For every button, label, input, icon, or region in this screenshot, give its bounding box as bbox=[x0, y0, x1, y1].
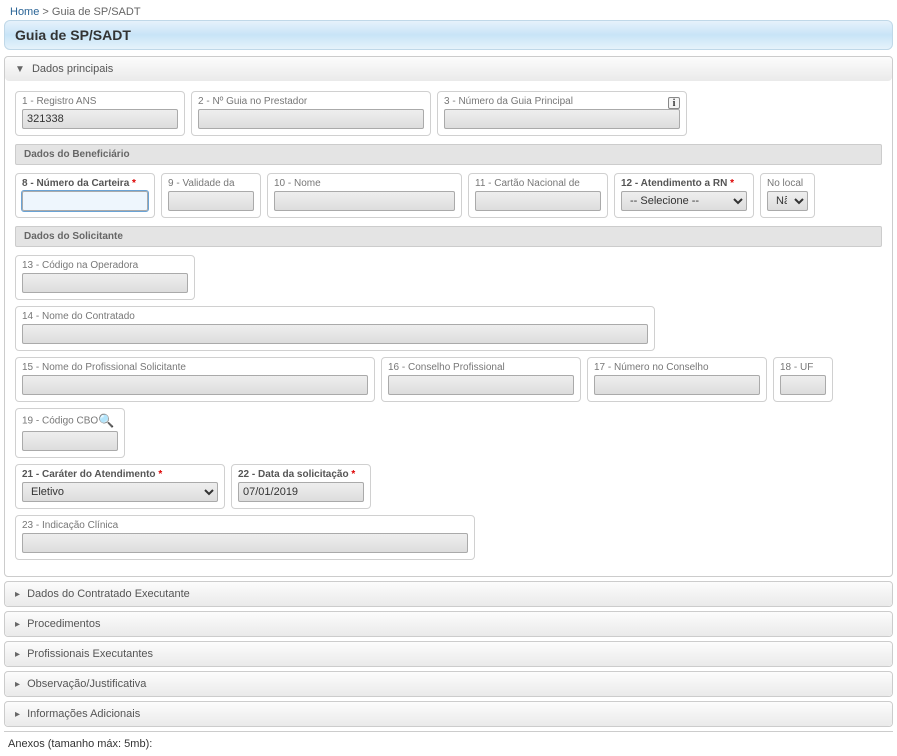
bar-beneficiario: Dados do Beneficiário bbox=[15, 144, 882, 165]
label-no-local: No local bbox=[767, 178, 808, 189]
field-nome-contratado: 14 - Nome do Contratado bbox=[15, 306, 655, 351]
label-guia-prestador: 2 - Nº Guia no Prestador bbox=[198, 96, 424, 107]
section-title: Dados do Contratado Executante bbox=[27, 588, 190, 600]
input-data-solicitacao[interactable] bbox=[238, 482, 364, 502]
input-indicacao-clinica[interactable] bbox=[22, 533, 468, 553]
section-header-executante[interactable]: ▸ Dados do Contratado Executante bbox=[5, 582, 892, 606]
field-conselho: 16 - Conselho Profissional bbox=[381, 357, 581, 402]
label-carater: 21 - Caráter do Atendimento * bbox=[22, 469, 218, 480]
anexos-label: Anexos (tamanho máx: 5mb): bbox=[4, 731, 893, 752]
field-guia-principal: 3 - Número da Guia Principal i bbox=[437, 91, 687, 136]
field-uf: 18 - UF bbox=[773, 357, 833, 402]
section-header-procedimentos[interactable]: ▸ Procedimentos bbox=[5, 612, 892, 636]
input-nome-contratado[interactable] bbox=[22, 324, 648, 344]
input-guia-prestador[interactable] bbox=[198, 109, 424, 129]
breadcrumb-home[interactable]: Home bbox=[10, 6, 39, 18]
input-nome-profissional[interactable] bbox=[22, 375, 368, 395]
label-registro-ans: 1 - Registro ANS bbox=[22, 96, 178, 107]
field-cartao-nacional: 11 - Cartão Nacional de bbox=[468, 173, 608, 218]
input-uf[interactable] bbox=[780, 375, 826, 395]
field-carater: 21 - Caráter do Atendimento * Eletivo bbox=[15, 464, 225, 509]
input-codigo-cbo[interactable] bbox=[22, 431, 118, 451]
breadcrumb-separator: > bbox=[42, 6, 48, 18]
field-nome-profissional: 15 - Nome do Profissional Solicitante bbox=[15, 357, 375, 402]
section-procedimentos: ▸ Procedimentos bbox=[4, 611, 893, 637]
field-nome: 10 - Nome bbox=[267, 173, 462, 218]
section-observacao: ▸ Observação/Justificativa bbox=[4, 671, 893, 697]
section-title: Procedimentos bbox=[27, 618, 100, 630]
label-cartao-nacional: 11 - Cartão Nacional de bbox=[475, 178, 601, 189]
section-title: Informações Adicionais bbox=[27, 708, 140, 720]
input-registro-ans[interactable] bbox=[22, 109, 178, 129]
field-atendimento-rn: 12 - Atendimento a RN * -- Selecione -- bbox=[614, 173, 754, 218]
label-indicacao-clinica: 23 - Indicação Clínica bbox=[22, 520, 468, 531]
input-numero-carteira[interactable] bbox=[22, 191, 148, 211]
chevron-right-icon: ▸ bbox=[15, 649, 20, 660]
label-conselho: 16 - Conselho Profissional bbox=[388, 362, 574, 373]
select-carater[interactable]: Eletivo bbox=[22, 482, 218, 502]
label-data-solicitacao: 22 - Data da solicitação * bbox=[238, 469, 364, 480]
section-informacoes: ▸ Informações Adicionais bbox=[4, 701, 893, 727]
label-nome: 10 - Nome bbox=[274, 178, 455, 189]
input-codigo-operadora[interactable] bbox=[22, 273, 188, 293]
label-nome-profissional: 15 - Nome do Profissional Solicitante bbox=[22, 362, 368, 373]
input-cartao-nacional[interactable] bbox=[475, 191, 601, 211]
section-header-profissionais[interactable]: ▸ Profissionais Executantes bbox=[5, 642, 892, 666]
field-registro-ans: 1 - Registro ANS bbox=[15, 91, 185, 136]
section-profissionais: ▸ Profissionais Executantes bbox=[4, 641, 893, 667]
input-validade[interactable] bbox=[168, 191, 254, 211]
info-icon[interactable]: i bbox=[668, 97, 680, 109]
label-nome-contratado: 14 - Nome do Contratado bbox=[22, 311, 648, 322]
label-validade: 9 - Validade da bbox=[168, 178, 254, 189]
page-title: Guia de SP/SADT bbox=[4, 20, 893, 50]
field-data-solicitacao: 22 - Data da solicitação * bbox=[231, 464, 371, 509]
chevron-right-icon: ▸ bbox=[15, 619, 20, 630]
section-header-informacoes[interactable]: ▸ Informações Adicionais bbox=[5, 702, 892, 726]
section-contratado-executante: ▸ Dados do Contratado Executante bbox=[4, 581, 893, 607]
label-atendimento-rn: 12 - Atendimento a RN * bbox=[621, 178, 747, 189]
label-codigo-operadora: 13 - Código na Operadora bbox=[22, 260, 188, 271]
input-conselho[interactable] bbox=[388, 375, 574, 395]
input-nome[interactable] bbox=[274, 191, 455, 211]
search-icon[interactable]: 🔍 bbox=[98, 413, 114, 429]
breadcrumb: Home > Guia de SP/SADT bbox=[4, 4, 893, 20]
label-guia-principal: 3 - Número da Guia Principal bbox=[444, 96, 573, 107]
section-title: Observação/Justificativa bbox=[27, 678, 146, 690]
section-header-dados-principais[interactable]: ▼ Dados principais bbox=[5, 57, 892, 81]
select-atendimento-rn[interactable]: -- Selecione -- bbox=[621, 191, 747, 211]
select-no-local[interactable]: Não bbox=[767, 191, 808, 211]
field-numero-carteira: 8 - Número da Carteira * bbox=[15, 173, 155, 218]
field-indicacao-clinica: 23 - Indicação Clínica bbox=[15, 515, 475, 560]
section-title: Profissionais Executantes bbox=[27, 648, 153, 660]
field-validade: 9 - Validade da bbox=[161, 173, 261, 218]
section-dados-principais: ▼ Dados principais 1 - Registro ANS 2 - … bbox=[4, 56, 893, 577]
chevron-right-icon: ▸ bbox=[15, 589, 20, 600]
label-num-conselho: 17 - Número no Conselho bbox=[594, 362, 760, 373]
input-num-conselho[interactable] bbox=[594, 375, 760, 395]
field-codigo-operadora: 13 - Código na Operadora bbox=[15, 255, 195, 300]
section-title: Dados principais bbox=[32, 63, 113, 75]
bar-solicitante: Dados do Solicitante bbox=[15, 226, 882, 247]
field-no-local: No local Não bbox=[760, 173, 815, 218]
label-codigo-cbo: 19 - Código CBO🔍 bbox=[22, 413, 118, 429]
field-guia-prestador: 2 - Nº Guia no Prestador bbox=[191, 91, 431, 136]
field-codigo-cbo: 19 - Código CBO🔍 bbox=[15, 408, 125, 458]
chevron-right-icon: ▸ bbox=[15, 679, 20, 690]
chevron-down-icon: ▼ bbox=[15, 64, 25, 75]
chevron-right-icon: ▸ bbox=[15, 709, 20, 720]
input-guia-principal[interactable] bbox=[444, 109, 680, 129]
label-numero-carteira: 8 - Número da Carteira * bbox=[22, 178, 148, 189]
breadcrumb-current: Guia de SP/SADT bbox=[52, 6, 141, 18]
section-header-observacao[interactable]: ▸ Observação/Justificativa bbox=[5, 672, 892, 696]
label-uf: 18 - UF bbox=[780, 362, 826, 373]
field-num-conselho: 17 - Número no Conselho bbox=[587, 357, 767, 402]
